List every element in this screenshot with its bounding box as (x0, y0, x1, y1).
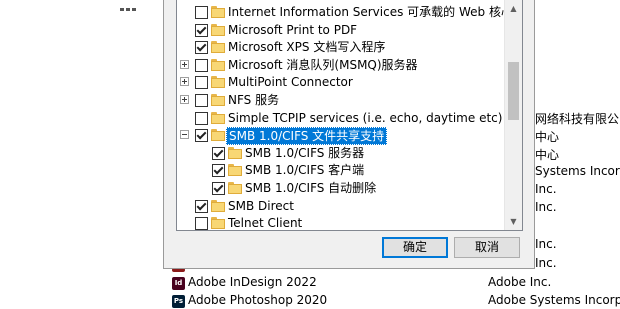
program-publisher: Adobe Inc. (488, 275, 552, 289)
feature-checkbox[interactable] (195, 6, 208, 19)
feature-row[interactable]: Simple TCPIP services (i.e. echo, daytim… (177, 109, 507, 127)
feature-label: Internet Information Services 可承载的 Web 核… (228, 5, 513, 19)
feature-checkbox[interactable] (195, 111, 208, 125)
folder-icon (211, 23, 225, 36)
tree-vertical-scrollbar[interactable]: ▲ ▼ (504, 0, 522, 230)
feature-row[interactable]: Microsoft Print to PDF (177, 21, 507, 39)
feature-checkbox[interactable] (195, 129, 208, 143)
feature-row[interactable]: SMB 1.0/CIFS 自动删除 (177, 179, 507, 197)
expand-plus-icon[interactable] (180, 59, 189, 69)
feature-checkbox[interactable] (195, 23, 208, 37)
features-tree[interactable]: Internet Information Services 可承载的 Web 核… (176, 0, 523, 231)
folder-icon (211, 199, 225, 212)
publisher-text: Inc. (535, 200, 557, 214)
feature-row[interactable]: SMB 1.0/CIFS 服务器 (177, 144, 507, 162)
feature-label: Telnet Client (228, 216, 303, 231)
folder-icon (211, 111, 225, 124)
feature-label: NFS 服务 (228, 93, 280, 107)
folder-icon (228, 146, 242, 159)
feature-checkbox[interactable] (195, 217, 208, 230)
feature-label: SMB 1.0/CIFS 文件共享支持 (226, 127, 388, 146)
feature-row[interactable]: SMB 1.0/CIFS 客户端 (177, 161, 507, 179)
feature-label: Simple TCPIP services (i.e. echo, daytim… (228, 110, 503, 125)
folder-icon (228, 182, 242, 194)
feature-row[interactable]: Microsoft XPS 文档写入程序 (177, 38, 507, 56)
windows-features-dialog: Internet Information Services 可承载的 Web 核… (163, 0, 535, 269)
feature-checkbox[interactable] (212, 146, 225, 160)
program-name[interactable]: Adobe Photoshop 2020 (188, 293, 327, 307)
feature-row[interactable]: SMB 1.0/CIFS 文件共享支持 (177, 126, 507, 146)
publisher-text: Inc. (535, 182, 557, 196)
folder-icon (211, 6, 225, 18)
folder-icon (211, 76, 225, 89)
feature-row[interactable]: Internet Information Services 可承载的 Web 核… (177, 3, 513, 21)
feature-checkbox[interactable] (195, 94, 208, 107)
feature-checkbox[interactable] (195, 199, 208, 213)
publisher-text: Inc. (535, 237, 557, 251)
ok-button[interactable]: 确定 (382, 237, 448, 258)
feature-label: SMB Direct (228, 198, 294, 213)
feature-label: SMB 1.0/CIFS 服务器 (245, 145, 365, 160)
feature-checkbox[interactable] (212, 182, 225, 195)
feature-label: SMB 1.0/CIFS 自动删除 (245, 181, 377, 195)
photoshop-icon: Ps (172, 295, 185, 308)
feature-checkbox[interactable] (195, 76, 208, 90)
publisher-text: 中心 (535, 148, 560, 162)
feature-label: MultiPoint Connector (228, 75, 353, 90)
feature-label: Microsoft XPS 文档写入程序 (228, 40, 386, 55)
folder-icon (211, 217, 225, 230)
folder-icon (211, 129, 225, 142)
folder-icon (228, 164, 242, 177)
indesign-icon: Id (172, 277, 185, 290)
feature-checkbox[interactable] (212, 164, 225, 178)
program-publisher: Adobe Systems Incorpora (488, 293, 620, 307)
feature-checkbox[interactable] (195, 58, 208, 72)
feature-row[interactable]: MultiPoint Connector (177, 73, 507, 91)
folder-icon (211, 94, 225, 106)
feature-row[interactable]: Microsoft 消息队列(MSMQ)服务器 (177, 56, 507, 74)
scroll-up-arrow-icon[interactable]: ▲ (505, 0, 522, 17)
feature-label: Microsoft 消息队列(MSMQ)服务器 (228, 57, 418, 72)
background-toolbar-stub (120, 0, 142, 11)
feature-row[interactable]: NFS 服务 (177, 91, 507, 109)
publisher-text: 网络科技有限公司 (535, 112, 620, 126)
publisher-text: Inc. (535, 256, 557, 270)
scroll-down-arrow-icon[interactable]: ▼ (505, 213, 522, 230)
feature-checkbox[interactable] (195, 41, 208, 55)
expand-plus-icon[interactable] (180, 77, 189, 87)
folder-icon (211, 58, 225, 71)
cancel-button[interactable]: 取消 (454, 237, 520, 258)
feature-row[interactable]: Telnet Client (177, 214, 507, 231)
publisher-text: 中心 (535, 130, 560, 144)
feature-label: SMB 1.0/CIFS 客户端 (245, 163, 365, 178)
publisher-text: Systems Incorpora (535, 164, 620, 178)
feature-label: Microsoft Print to PDF (228, 22, 358, 37)
scroll-thumb[interactable] (508, 62, 519, 120)
feature-row[interactable]: SMB Direct (177, 197, 507, 215)
collapse-minus-icon[interactable] (180, 130, 189, 140)
program-name[interactable]: Adobe InDesign 2022 (188, 275, 317, 289)
folder-icon (211, 41, 225, 54)
expand-plus-icon[interactable] (180, 95, 189, 104)
